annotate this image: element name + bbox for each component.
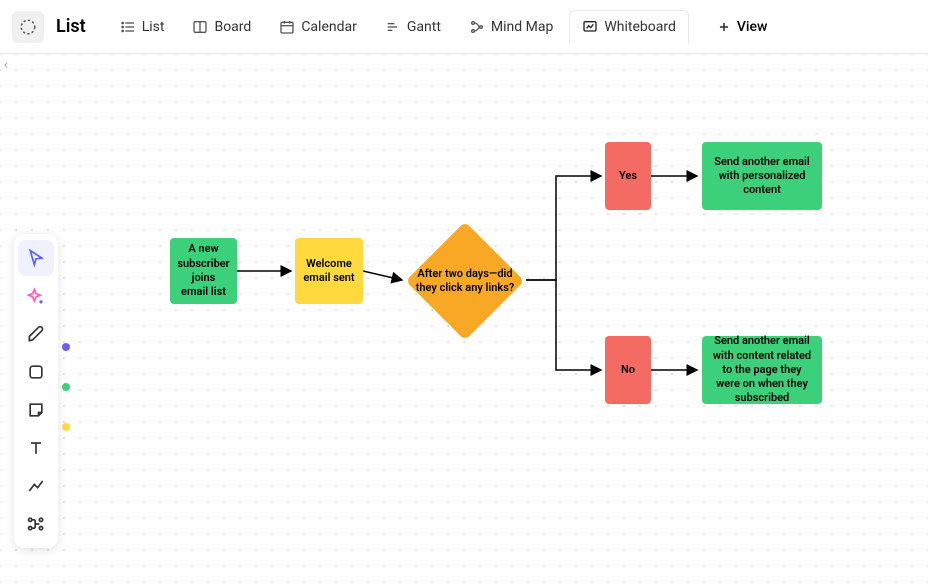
- calendar-icon: [279, 19, 295, 35]
- node-text: After two days—did they click any links?: [415, 267, 515, 296]
- add-view-button[interactable]: View: [705, 11, 780, 43]
- tool-shape[interactable]: [18, 354, 54, 390]
- node-text: Yes: [619, 169, 637, 183]
- whiteboard-icon: [582, 19, 598, 35]
- flow-node-no-action[interactable]: Send another email with content related …: [702, 336, 822, 404]
- tool-pen[interactable]: [18, 316, 54, 352]
- tool-sticky[interactable]: [18, 392, 54, 428]
- connector-icon: [26, 476, 46, 496]
- list-type-icon-box[interactable]: [12, 11, 44, 43]
- tool-ai[interactable]: [18, 278, 54, 314]
- dashed-circle-icon: [19, 18, 37, 36]
- flow-node-decision[interactable]: After two days—did they click any links?: [405, 221, 525, 341]
- node-text: Send another email with content related …: [710, 334, 814, 405]
- tab-board[interactable]: Board: [180, 11, 263, 43]
- sticky-color-indicator[interactable]: [62, 423, 70, 431]
- tab-label: Mind Map: [491, 19, 553, 35]
- node-text: Welcome email sent: [303, 257, 355, 286]
- add-view-label: View: [737, 19, 768, 35]
- tab-label: Board: [214, 19, 251, 35]
- square-icon: [26, 362, 46, 382]
- list-icon: [120, 19, 136, 35]
- node-text: Send another email with personalized con…: [710, 155, 814, 198]
- node-text: No: [621, 363, 635, 377]
- cursor-icon: [26, 248, 46, 268]
- flow-node-welcome[interactable]: Welcome email sent: [295, 238, 363, 304]
- tool-diagram[interactable]: [18, 506, 54, 542]
- flow-node-yes-action[interactable]: Send another email with personalized con…: [702, 142, 822, 210]
- tab-mindmap[interactable]: Mind Map: [457, 11, 565, 43]
- ai-sparkle-icon: [26, 286, 46, 306]
- sticky-note-icon: [26, 400, 46, 420]
- flow-node-start[interactable]: A new subscriber joins email list: [170, 238, 237, 304]
- mindmap-icon: [469, 19, 485, 35]
- tab-label: List: [142, 19, 165, 35]
- tab-label: Gantt: [407, 19, 441, 35]
- page-title: List: [56, 16, 86, 37]
- tab-calendar[interactable]: Calendar: [267, 11, 369, 43]
- plus-icon: [717, 20, 731, 34]
- node-text: A new subscriber joins email list: [177, 242, 229, 299]
- whiteboard-toolbox: [14, 234, 58, 548]
- tab-list[interactable]: List: [108, 11, 177, 43]
- view-tabs-header: List List Board Calendar Gantt Mind Map …: [0, 0, 928, 54]
- board-icon: [192, 19, 208, 35]
- tab-gantt[interactable]: Gantt: [373, 11, 453, 43]
- shape-color-indicator[interactable]: [62, 383, 70, 391]
- tool-cursor[interactable]: [18, 240, 54, 276]
- pen-color-indicator[interactable]: [62, 343, 70, 351]
- tab-whiteboard[interactable]: Whiteboard: [569, 10, 689, 44]
- pen-icon: [26, 324, 46, 344]
- tool-text[interactable]: [18, 430, 54, 466]
- tab-label: Whiteboard: [604, 19, 676, 35]
- gantt-icon: [385, 19, 401, 35]
- diagram-icon: [26, 514, 46, 534]
- text-icon: [26, 438, 46, 458]
- flow-node-no[interactable]: No: [605, 336, 651, 404]
- flow-node-yes[interactable]: Yes: [605, 142, 651, 210]
- tool-connector[interactable]: [18, 468, 54, 504]
- whiteboard-canvas[interactable]: A new subscriber joins email list Welcom…: [0, 54, 928, 584]
- tab-label: Calendar: [301, 19, 357, 35]
